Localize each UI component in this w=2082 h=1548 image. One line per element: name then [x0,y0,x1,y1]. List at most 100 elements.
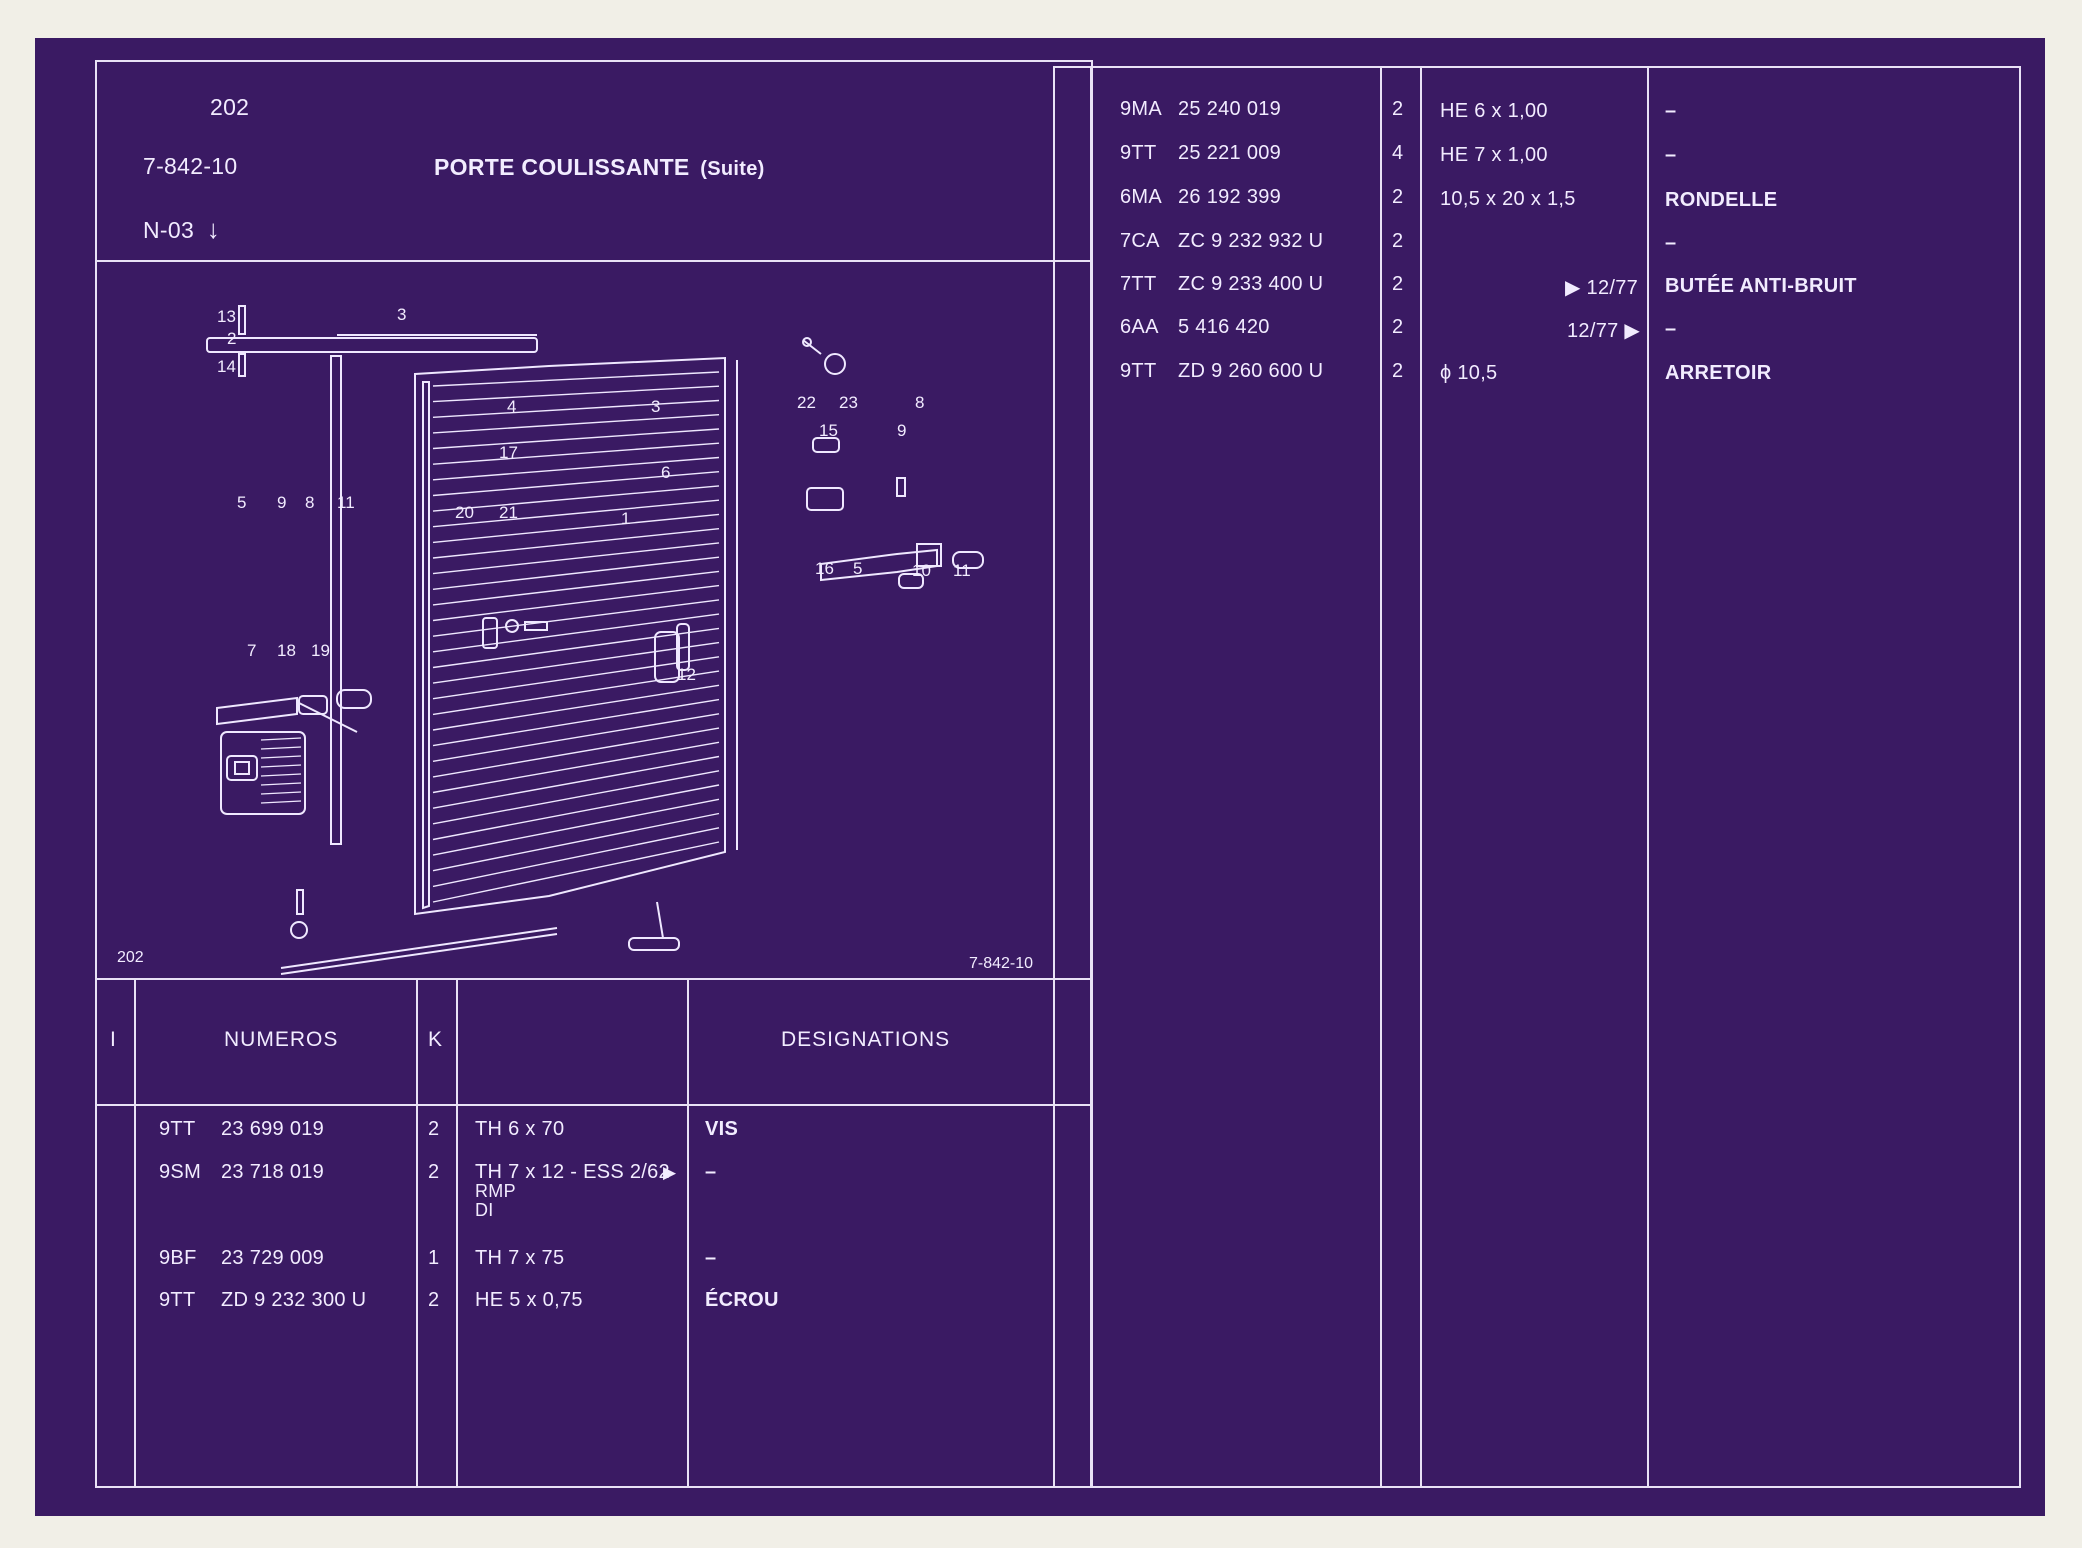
row-k: 2 [1392,98,1404,120]
row-designation: – [1665,144,1677,166]
panel-rib [432,542,720,575]
panel-rib [432,471,720,497]
latch-rib [260,764,302,768]
row-spec: HE 5 x 0,75 [475,1289,583,1311]
bottom-roller [628,901,680,951]
panel-rib [432,556,720,590]
parts-catalog-sheet: 202 7-842-10 N-03 ↓ PORTE COULISSANTE (S… [35,38,2045,1516]
row-number: 25 221 009 [1178,142,1282,164]
callout-label: 3 [397,305,406,324]
col-header-numeros: NUMEROS [224,1028,339,1051]
bottom-guide-rail [280,927,558,975]
callout-label: 7 [247,641,256,660]
right-col-k-end-line [1420,66,1422,1488]
panel-rib [432,485,720,512]
row-k: 2 [1392,316,1404,338]
row-number: 23 718 019 [221,1161,325,1183]
panel-rib [432,798,720,856]
row-number: ZC 9 233 400 U [1178,273,1324,295]
callout-label: 16 [815,559,834,578]
title-text: PORTE COULISSANTE [434,154,690,180]
latch-rib [260,773,302,777]
callout-label: 14 [217,357,236,376]
callout-label: 5 [237,493,246,512]
latch-rib [260,737,302,741]
row-number: 5 416 420 [1178,316,1270,338]
callout-label: 9 [277,493,286,512]
panel-rib [432,741,720,794]
diagram-caption-left: 202 [117,949,144,966]
row-k: 2 [1392,273,1404,295]
right-col-k-start-line [1380,66,1382,1488]
panel-rib [432,499,720,528]
col-header-k: K [428,1028,444,1051]
callout-label: 19 [311,641,330,660]
row-number: 23 729 009 [221,1247,325,1269]
door-frame-rail [330,355,342,845]
row-code: 9TT [159,1289,196,1311]
row-designation: VIS [705,1118,739,1140]
callout-label: 10 [912,561,931,580]
panel-rib [432,755,720,809]
row-number: ZD 9 232 300 U [221,1289,367,1311]
roller-pin-upper [238,305,246,335]
page-title: PORTE COULISSANTE (Suite) [434,154,765,181]
clip-9 [896,477,906,497]
title-suffix: (Suite) [700,158,765,180]
left-col-i-line [134,978,136,1488]
callout-label: 2 [227,329,236,348]
section-code-text: N-03 [143,217,195,243]
col-header-designations: DESIGNATIONS [781,1028,951,1051]
nut-19 [290,921,308,939]
exploded-door-diagram: 13 32144 3 22 23 815 91765 9 8 1120 21 116 5 10 117 18 1… [117,305,1033,975]
panel-rib [432,770,720,825]
panel-rib [432,784,720,841]
callout-label: 5 [853,559,862,578]
row-designation: ÉCROU [705,1289,779,1311]
row-spec: TH 7 x 75 [475,1247,565,1269]
panel-rib [432,428,720,450]
latch-rib [260,791,302,795]
row-k: 2 [428,1161,440,1183]
row-code: 7TT [1120,273,1157,295]
section-code: N-03 ↓ [143,214,220,245]
callout-label: 9 [897,421,906,440]
callout-label: 18 [277,641,296,660]
latch-rib [260,782,302,786]
plate-reference: 7-842-10 [143,153,238,179]
callout-label: 23 [839,393,858,412]
catch-22-23 [802,337,846,375]
row-date: ▶ 12/77 [1565,277,1639,299]
latch-rib [260,800,302,804]
callout-label: 13 [217,307,236,326]
left-col-k-start-line [416,978,418,1488]
row-k: 2 [428,1118,440,1140]
row-spec: HE 6 x 1,00 [1440,100,1548,122]
diagram-divider [95,978,1093,980]
row-designation: – [705,1247,717,1269]
callout-label: 17 [499,443,518,462]
callout-label: 21 [499,503,518,522]
callout-label: 15 [819,421,838,440]
left-col-k-end-line [456,978,458,1488]
lock-set-left [216,689,372,733]
panel-rib [432,414,720,434]
left-col-desig-line [687,978,689,1488]
row-designation: ARRETOIR [1665,362,1772,384]
latch-rib [260,746,302,750]
row-flag-icon: ▶ [663,1163,677,1182]
row-k: 2 [428,1289,440,1311]
row-designation: – [705,1161,717,1183]
callout-label: 12 [677,665,696,684]
table-header-divider [95,1104,1093,1106]
row-k: 2 [1392,360,1404,382]
row-designation: – [1665,232,1677,254]
row-number: ZC 9 232 932 U [1178,230,1324,252]
panel-rib [432,713,720,762]
clip-15 [812,437,840,453]
col-header-i: I [110,1028,117,1051]
row-k: 1 [428,1247,440,1269]
row-code: 9SM [159,1161,202,1183]
panel-rib [432,841,720,903]
panel-rib [432,570,720,606]
